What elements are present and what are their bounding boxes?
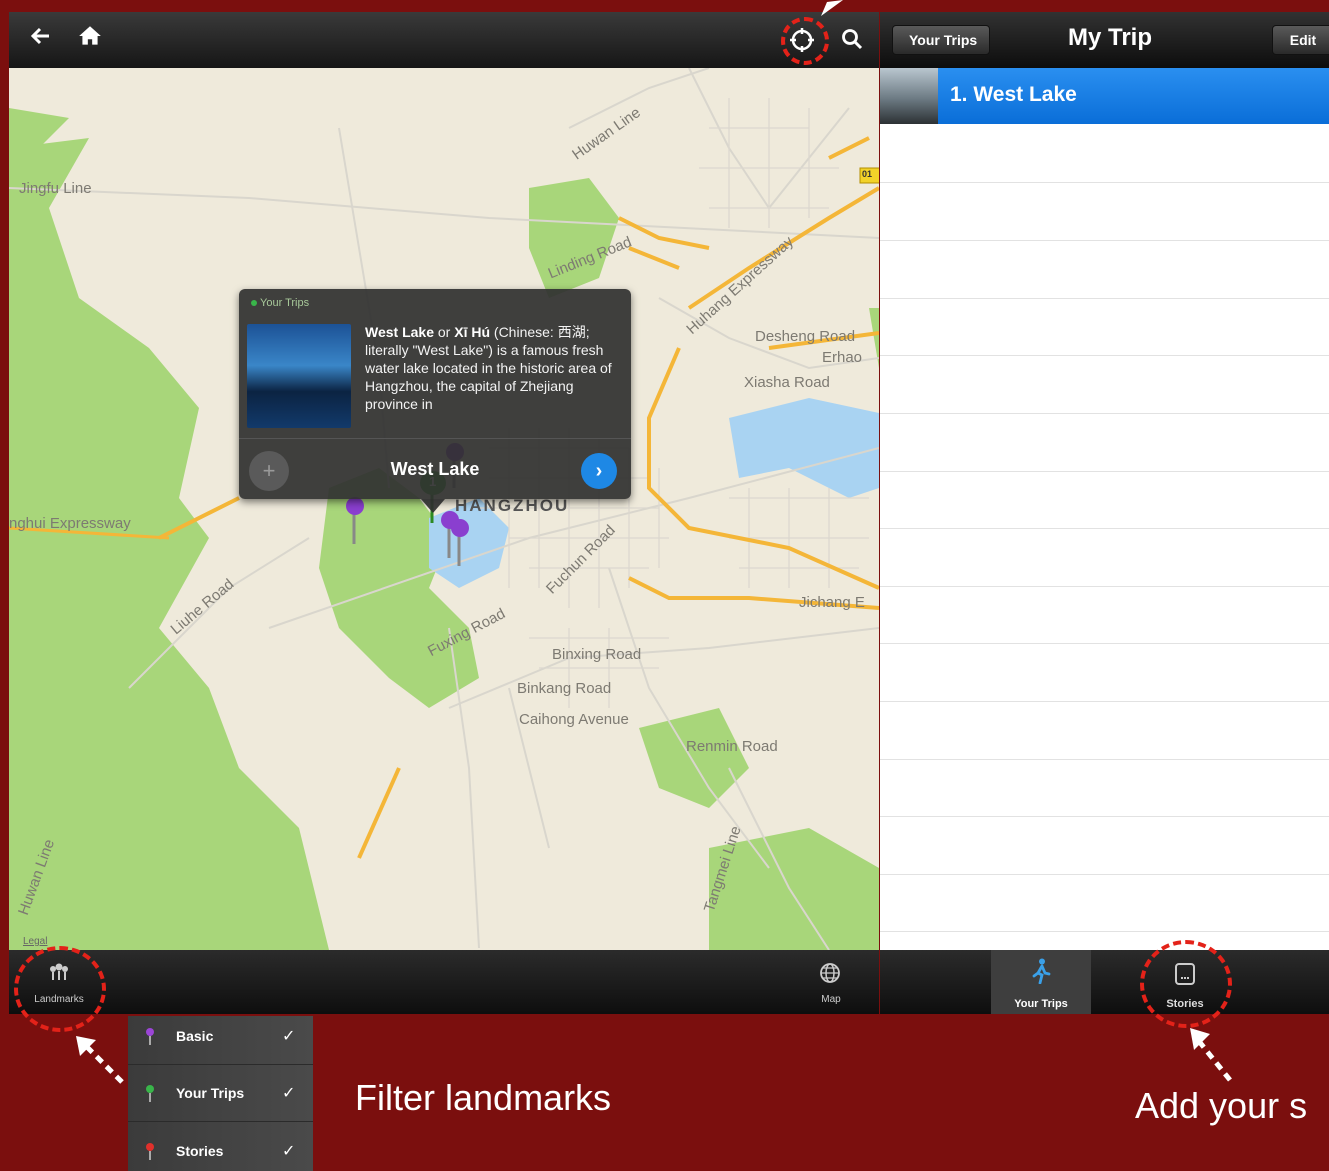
filter-divider — [128, 1064, 313, 1065]
checkmark-icon: ✓ — [282, 1028, 296, 1045]
annotation-arrow-top — [821, 0, 843, 16]
road-label: Binxing Road — [552, 646, 642, 663]
filter-label: Stories — [176, 1143, 224, 1159]
pin-icon — [251, 300, 257, 306]
map-label: Map — [821, 994, 841, 1005]
filter-label: Basic — [176, 1028, 214, 1044]
annotation-arrow-landmarks — [76, 1036, 124, 1084]
road-label: Jichang E — [799, 594, 865, 611]
filter-divider — [128, 1121, 313, 1122]
popup-description: West Lake or Xī Hú (Chinese: 西湖; literal… — [365, 323, 627, 415]
map-bottom-toolbar: Landmarks Map — [9, 950, 879, 1014]
annotation-arrow-stories — [1190, 1028, 1232, 1082]
list-divider — [880, 413, 1329, 414]
filter-item-your-trips[interactable]: Your Trips ✓ — [128, 1073, 313, 1119]
road-label: Renmin Road — [686, 738, 778, 755]
tab-your-trips-label: Your Trips — [1014, 998, 1068, 1010]
back-arrow-icon[interactable] — [29, 24, 53, 53]
popup-thumbnail[interactable] — [247, 324, 351, 428]
list-divider — [880, 586, 1329, 587]
chevron-right-icon[interactable]: › — [581, 453, 617, 489]
home-icon[interactable] — [77, 23, 103, 54]
popup-name: West Lake — [365, 324, 434, 340]
trip-list-item[interactable]: 1. West Lake — [880, 68, 1329, 124]
list-divider — [880, 759, 1329, 760]
road-label: Desheng Road — [755, 328, 856, 345]
list-divider — [880, 471, 1329, 472]
list-divider — [880, 931, 1329, 932]
checkmark-icon: ✓ — [282, 1085, 296, 1102]
trip-item-label: 1. West Lake — [950, 83, 1077, 106]
trip-tab-bar: Your Trips Stories — [880, 950, 1329, 1014]
list-divider — [880, 528, 1329, 529]
list-divider — [880, 816, 1329, 817]
list-divider — [880, 182, 1329, 183]
globe-icon[interactable] — [819, 962, 841, 989]
search-icon[interactable] — [840, 27, 864, 56]
popup-tag: Your Trips — [251, 297, 309, 309]
highway-badge: 01 — [862, 169, 873, 179]
annotation-circle-stories — [1140, 940, 1232, 1028]
popup-divider — [239, 438, 631, 439]
checkmark-icon: ✓ — [282, 1143, 296, 1160]
annotation-circle-landmarks — [14, 946, 106, 1032]
list-divider — [880, 643, 1329, 644]
caption-add-stories: Add your s — [1135, 1085, 1308, 1126]
list-divider — [880, 355, 1329, 356]
popup-tag-label: Your Trips — [260, 297, 310, 309]
annotation-circle-locate — [781, 17, 829, 65]
map-toolbar — [9, 12, 879, 68]
red-pin-icon — [146, 1143, 154, 1160]
caption-filter-landmarks: Filter landmarks — [355, 1077, 612, 1118]
road-label: Erhao — [822, 349, 863, 366]
trip-title: My Trip — [1067, 24, 1152, 51]
road-label: Caihong Avenue — [519, 711, 629, 728]
popup-arrow — [421, 499, 445, 513]
road-label: Jingfu Line — [19, 180, 92, 197]
legal-link[interactable]: Legal — [23, 936, 47, 947]
walking-person-icon — [1031, 958, 1051, 989]
road-label: nghui Expressway — [9, 515, 131, 532]
list-divider — [880, 701, 1329, 702]
list-divider — [880, 298, 1329, 299]
map-canvas[interactable]: Jingfu Line Huwan Line Linding Road Huha… — [9, 68, 879, 950]
green-pin-icon — [146, 1085, 154, 1102]
popup-alt-name: Xī Hú — [454, 324, 491, 340]
edit-button[interactable]: Edit — [1272, 25, 1329, 55]
list-divider — [880, 240, 1329, 241]
landmark-filter-panel: Basic ✓ Your Trips ✓ Stories ✓ — [128, 1016, 313, 1171]
popup-title: West Lake — [390, 459, 480, 479]
list-divider — [880, 874, 1329, 875]
filter-item-basic[interactable]: Basic ✓ — [128, 1016, 313, 1062]
filter-item-stories[interactable]: Stories ✓ — [128, 1131, 313, 1171]
trip-panel: Your Trips My Trip Edit 1. West Lake You… — [880, 12, 1329, 1014]
popup-or: or — [434, 324, 455, 340]
trip-item-thumbnail — [880, 68, 938, 124]
filter-label: Your Trips — [176, 1085, 245, 1101]
purple-pin-icon — [146, 1028, 154, 1045]
road-label: Binkang Road — [517, 680, 612, 697]
city-label: HANGZHOU — [455, 496, 570, 515]
road-label: Xiasha Road — [744, 374, 830, 391]
map-panel: Jingfu Line Huwan Line Linding Road Huha… — [9, 12, 879, 1014]
trip-header: Your Trips My Trip Edit — [880, 12, 1329, 68]
landmark-popup: Your Trips West Lake or Xī Hú (Chinese: … — [239, 289, 631, 499]
tab-your-trips[interactable]: Your Trips — [991, 950, 1091, 1014]
